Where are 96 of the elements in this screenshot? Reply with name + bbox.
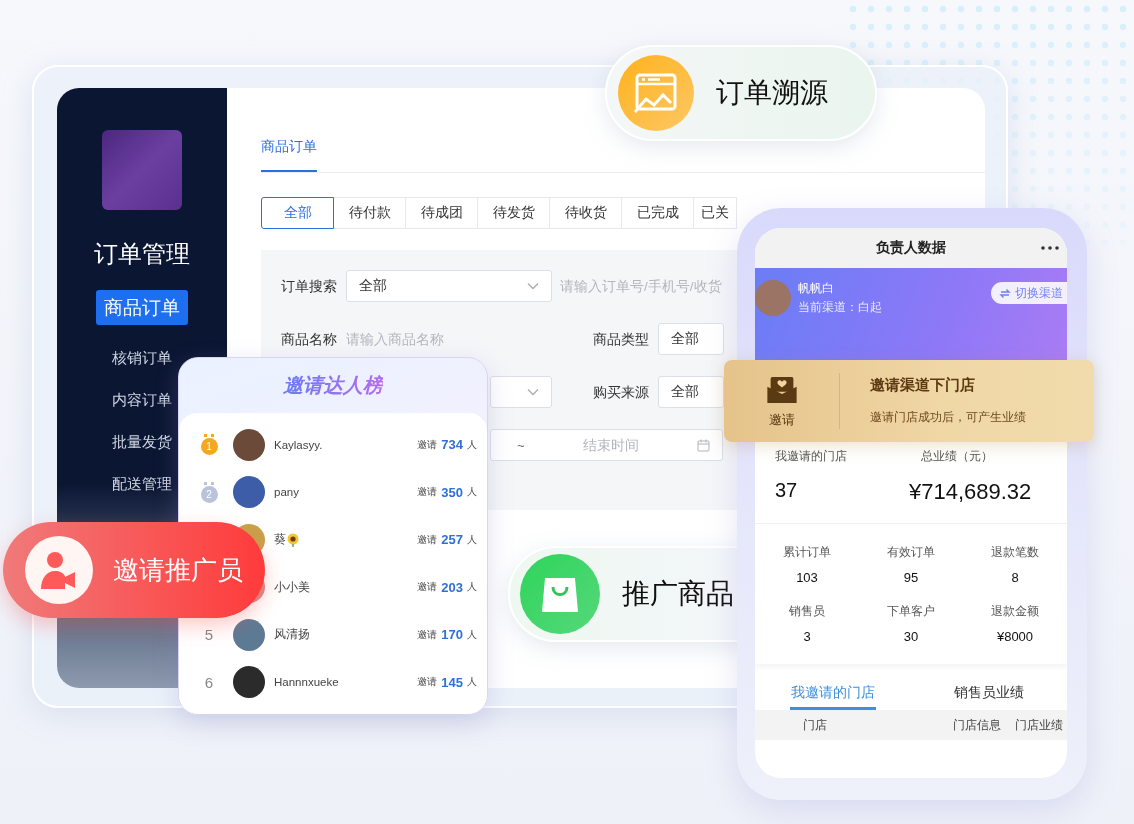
badge-label: 邀请推广员 [113, 553, 243, 587]
badge-icon [520, 554, 600, 634]
unit-label: 人 [467, 627, 477, 642]
stat-value: 30 [903, 629, 919, 644]
field-label: 商品名称 [281, 330, 337, 347]
stat-label: 下单客户 [887, 603, 935, 620]
column-header: 门店信息 [953, 716, 1001, 734]
column-header: 门店业绩 [1015, 716, 1063, 734]
user-name: Kaylasyy. [274, 438, 323, 451]
stat-value: 95 [903, 570, 919, 585]
invite-label: 邀请 [417, 675, 438, 690]
stat-value: 37 [775, 479, 799, 502]
input-field[interactable]: 请输入订单号/手机号/收货 [552, 270, 735, 302]
invite-label: 邀请 [417, 532, 438, 547]
sidebar-title: 订单管理 [94, 239, 190, 269]
stat-label: 我邀请的门店 [775, 448, 848, 465]
sidebar-item[interactable]: 批量发货 [102, 427, 182, 456]
swap-icon [999, 287, 1011, 299]
avatar [233, 428, 265, 461]
stat-value: 3 [803, 629, 811, 644]
stat-label: 有效订单 [887, 544, 935, 561]
sidebar-item[interactable]: 内容订单 [102, 385, 182, 414]
badge-icon [618, 55, 694, 131]
unit-label: 人 [467, 532, 477, 547]
avatar [755, 280, 791, 316]
column-header: 门店 [803, 716, 828, 734]
invite-label: 邀请 [417, 437, 438, 452]
avatar [233, 476, 265, 509]
invite-count: 734 [441, 437, 463, 453]
user-name: 帆帆白 [798, 280, 835, 297]
select-field[interactable]: 全部 [658, 323, 724, 355]
stat-value: 103 [796, 570, 818, 585]
invite-label: 邀请 [417, 485, 438, 500]
field-label: 商品类型 [593, 330, 649, 347]
user-name: 风清扬 [274, 627, 310, 643]
unit-label: 人 [467, 580, 477, 595]
invite-count: 350 [441, 484, 463, 500]
stat-label: 退款金额 [991, 603, 1039, 620]
sidebar-item[interactable]: 核销订单 [102, 343, 182, 372]
chevron-down-icon [527, 282, 539, 290]
rank-number: 5 [204, 626, 214, 644]
banner-subtitle: 邀请门店成功后，可产生业绩 [870, 409, 1026, 426]
status-tab[interactable]: 待付款 [333, 197, 406, 229]
banner-title: 邀请渠道下门店 [870, 376, 976, 395]
unit-label: 人 [467, 485, 477, 500]
date-range-field[interactable]: ~ 结束时间 [490, 429, 723, 461]
invite-label: 邀请 [768, 411, 795, 429]
select-field[interactable]: 全部 [658, 376, 724, 408]
tab[interactable]: 销售员业绩 [911, 674, 1067, 710]
sidebar-item[interactable]: 配送管理 [102, 469, 182, 498]
user-name: Hannnxueke [274, 676, 339, 689]
rank-number: 6 [204, 673, 214, 691]
invite-label: 邀请 [417, 580, 438, 595]
more-icon[interactable] [1041, 246, 1059, 250]
range-separator: ~ [517, 437, 525, 453]
invite-count: 170 [441, 627, 463, 643]
user-name: pany [274, 486, 299, 499]
channel-label: 当前渠道：白起 [798, 299, 882, 316]
invite-label: 邀请 [417, 627, 438, 642]
end-date-input[interactable]: 结束时间 [524, 437, 697, 453]
status-tab[interactable]: 已完成 [621, 197, 694, 229]
screen-title: 负责人数据 [876, 239, 946, 257]
status-tab[interactable]: 待发货 [477, 197, 550, 229]
stat-label: 总业绩（元） [921, 448, 993, 465]
stat-value: ¥714,689.32 [909, 479, 1032, 505]
user-name: 小小美 [274, 579, 310, 595]
field-label: 订单搜索 [281, 277, 337, 294]
badge-label: 推广商品 [622, 577, 734, 611]
invite-count: 257 [441, 532, 463, 548]
input-field[interactable]: 请输入商品名称 [346, 323, 552, 355]
avatar [233, 618, 265, 651]
unit-label: 人 [467, 675, 477, 690]
status-tab[interactable]: 全部 [261, 197, 334, 229]
chevron-down-icon [527, 388, 539, 396]
stat-label: 销售员 [789, 603, 825, 620]
field-label: 购买来源 [593, 383, 649, 400]
rank-medal: 2 [200, 481, 218, 503]
stat-value: ¥8000 [996, 629, 1034, 644]
sidebar-item[interactable]: 商品订单 [96, 290, 188, 325]
status-tab[interactable]: 已关 [693, 197, 737, 229]
tab[interactable]: 商品订单 [261, 133, 317, 172]
invite-count: 145 [441, 674, 463, 690]
badge-label: 订单溯源 [716, 76, 828, 110]
calendar-icon [697, 438, 710, 452]
stat-label: 累计订单 [783, 544, 831, 561]
select-field[interactable]: 全部 [346, 270, 552, 302]
unit-label: 人 [467, 437, 477, 452]
status-tab[interactable]: 待成团 [405, 197, 478, 229]
status-tab[interactable]: 待收货 [549, 197, 622, 229]
stat-label: 退款笔数 [991, 544, 1039, 561]
avatar [233, 666, 265, 699]
rank-medal: 1 [200, 434, 218, 456]
stat-value: 8 [1011, 570, 1019, 585]
select-field[interactable] [490, 376, 552, 408]
invite-count: 203 [441, 579, 463, 595]
user-name: 葵 [274, 532, 286, 548]
